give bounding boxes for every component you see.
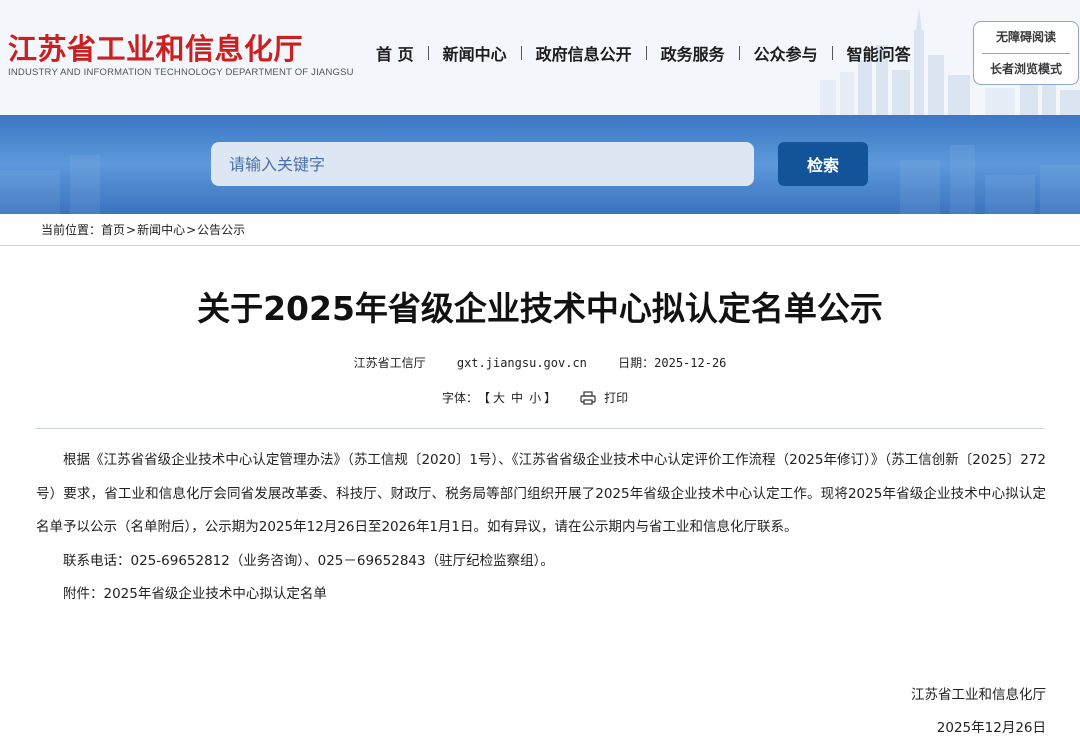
main-nav: 首 页 新闻中心 政府信息公开 政务服务 公众参与 智能问答 — [362, 40, 925, 66]
article-divider — [36, 428, 1044, 429]
article-site: gxt.jiangsu.gov.cn — [456, 356, 587, 370]
breadcrumb-divider — [0, 245, 1080, 246]
article-body: 根据《江苏省省级企业技术中心认定管理办法》（苏工信规〔2020〕1号）、《江苏省… — [36, 444, 1046, 612]
article-meta: 江苏省工信厅 gxt.jiangsu.gov.cn 日期：2025-12-26 — [0, 354, 1080, 371]
barrier-free-reading-button[interactable]: 无障碍阅读 — [974, 22, 1078, 53]
elder-mode-button[interactable]: 长者浏览模式 — [974, 54, 1078, 85]
search-button[interactable]: 检索 — [778, 142, 868, 186]
signature-date: 2025年12月26日 — [936, 720, 1046, 736]
accessibility-panel: 无障碍阅读 长者浏览模式 — [973, 21, 1079, 85]
search-banner: 检索 — [0, 115, 1080, 214]
breadcrumb-separator: > — [186, 223, 197, 237]
signature-org: 江苏省工业和信息化厅 — [911, 687, 1046, 703]
article-title: 关于2025年省级企业技术中心拟认定名单公示 — [197, 289, 883, 328]
nav-item-gov-info[interactable]: 政府信息公开 — [522, 41, 646, 65]
date-label: 日期： — [618, 356, 655, 370]
nav-item-public-participation[interactable]: 公众参与 — [740, 41, 832, 65]
font-size-medium[interactable]: 中 — [511, 389, 523, 406]
breadcrumb-home[interactable]: 首页 — [101, 223, 125, 237]
article-tools: 字体： 【 大 中 小 】 打印 — [442, 389, 628, 406]
breadcrumb: 当前位置：首页>新闻中心>公告公示 — [41, 221, 245, 238]
search-input[interactable] — [211, 142, 754, 186]
font-size-small[interactable]: 小 — [529, 389, 541, 406]
print-label: 打印 — [604, 391, 629, 405]
font-size-large[interactable]: 大 — [493, 389, 505, 406]
article-source: 江苏省工信厅 — [353, 356, 426, 370]
breadcrumb-news[interactable]: 新闻中心 — [137, 223, 185, 237]
nav-item-smart-qa[interactable]: 智能问答 — [833, 41, 925, 65]
font-bracket-open: 【 — [478, 391, 491, 405]
date-value: 2025-12-26 — [654, 356, 727, 370]
print-button[interactable]: 打印 — [580, 389, 628, 406]
font-bracket-close: 】 — [544, 391, 557, 405]
nav-item-news[interactable]: 新闻中心 — [429, 41, 521, 65]
contact-phone: 联系电话：025-69652812（业务咨询）、025－69652843（驻厅纪… — [63, 552, 554, 569]
printer-icon — [580, 390, 596, 405]
attachment-link[interactable]: 附件：2025年省级企业技术中心拟认定名单 — [36, 578, 1046, 612]
site-logo-subtitle: INDUSTRY AND INFORMATION TECHNOLOGY DEPA… — [8, 67, 354, 78]
article-signature: 江苏省工业和信息化厅 2025年12月26日 — [911, 679, 1046, 745]
breadcrumb-separator: > — [126, 223, 137, 237]
article-date: 日期：2025-12-26 — [618, 356, 726, 370]
article-paragraph: 根据《江苏省省级企业技术中心认定管理办法》（苏工信规〔2020〕1号）、《江苏省… — [36, 452, 1046, 535]
breadcrumb-announcements[interactable]: 公告公示 — [197, 223, 245, 237]
breadcrumb-prefix: 当前位置： — [41, 223, 102, 237]
nav-item-gov-services[interactable]: 政务服务 — [647, 41, 739, 65]
site-header: 江苏省工业和信息化厅 INDUSTRY AND INFORMATION TECH… — [0, 0, 1080, 115]
nav-item-home[interactable]: 首 页 — [362, 41, 428, 65]
font-size-label: 字体： — [442, 391, 479, 405]
site-logo-title[interactable]: 江苏省工业和信息化厅 — [8, 26, 303, 68]
